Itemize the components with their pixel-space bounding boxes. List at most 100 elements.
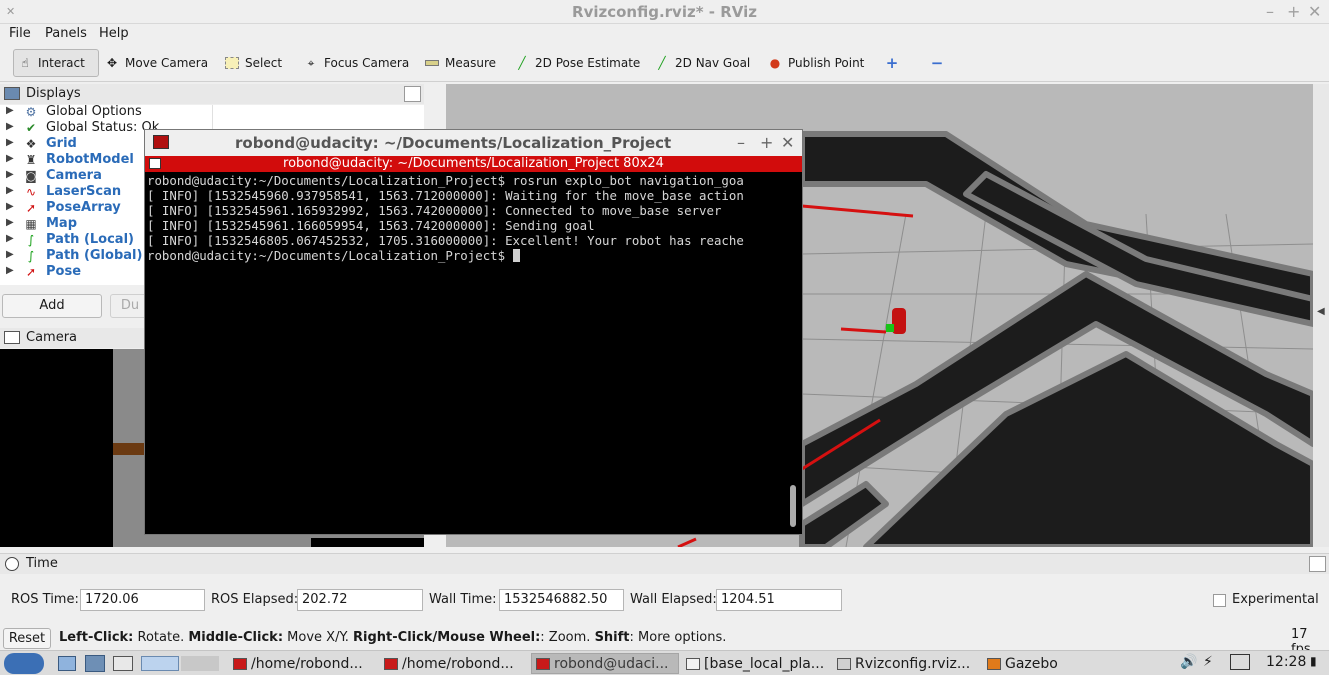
display-item[interactable]: ▶ ⚙ Global Options bbox=[0, 104, 424, 121]
minus-icon: − bbox=[930, 54, 944, 72]
expand-arrow-icon[interactable]: ▶ bbox=[6, 265, 14, 276]
terminal-scrollbar[interactable] bbox=[790, 485, 796, 527]
terminal-output[interactable]: robond@udacity:~/Documents/Localization_… bbox=[147, 173, 787, 533]
status-key: Left-Click: bbox=[59, 630, 134, 645]
wall-elapsed-label: Wall Elapsed: bbox=[630, 592, 717, 607]
clock-icon bbox=[5, 557, 19, 571]
window-title: Rvizconfig.rviz* - RViz bbox=[572, 3, 757, 21]
measure-button[interactable]: Measure bbox=[421, 49, 500, 77]
taskbar: /home/robond... /home/robond... robond@u… bbox=[0, 650, 1329, 675]
task-label: robond@udaci... bbox=[554, 655, 669, 672]
settings-launcher-icon[interactable] bbox=[85, 655, 105, 672]
ros-time-field[interactable]: 1720.06 bbox=[80, 589, 205, 611]
task-editor[interactable]: [base_local_pla... bbox=[682, 653, 830, 674]
wall-time-field[interactable]: 1532546882.50 bbox=[499, 589, 624, 611]
terminal-icon bbox=[233, 657, 247, 670]
status-key: Shift bbox=[594, 630, 630, 645]
status-desc: : More options. bbox=[629, 630, 727, 645]
toolbar: ☝ Interact ✥ Move Camera Select ⌖ Focus … bbox=[0, 44, 1329, 82]
minimize-icon[interactable]: – bbox=[1266, 2, 1274, 21]
ruler-icon bbox=[425, 60, 439, 66]
expand-arrow-icon[interactable]: ▶ bbox=[6, 169, 14, 180]
reset-button[interactable]: Reset bbox=[3, 628, 51, 649]
expand-arrow-icon[interactable]: ▶ bbox=[6, 233, 14, 244]
nav-goal-label: 2D Nav Goal bbox=[675, 56, 751, 70]
terminal-line: [ INFO] [1532545960.937958541, 1563.7120… bbox=[147, 188, 744, 203]
terminal-tab-label: robond@udacity: ~/Documents/Localization… bbox=[283, 156, 664, 171]
move-camera-button[interactable]: ✥ Move Camera bbox=[101, 49, 212, 77]
add-tool-button[interactable]: + bbox=[881, 49, 903, 77]
menu-help[interactable]: Help bbox=[99, 26, 129, 41]
maximize-icon[interactable]: + bbox=[1287, 2, 1300, 21]
wall-elapsed-field[interactable]: 1204.51 bbox=[716, 589, 842, 611]
menu-panels[interactable]: Panels bbox=[45, 26, 87, 41]
close-icon[interactable]: ✕ bbox=[1308, 2, 1321, 21]
terminal-cursor bbox=[512, 249, 520, 262]
terminal-window[interactable]: robond@udacity: ~/Documents/Localization… bbox=[144, 129, 803, 535]
file-manager-icon[interactable] bbox=[58, 656, 76, 671]
experimental-checkbox[interactable] bbox=[1213, 594, 1226, 607]
nav-goal-button[interactable]: ╱ 2D Nav Goal bbox=[651, 49, 754, 77]
monitor-icon bbox=[4, 87, 20, 100]
expand-arrow-icon[interactable]: ▶ bbox=[6, 185, 14, 196]
task-terminal-1[interactable]: /home/robond... bbox=[229, 653, 377, 674]
robot-icon: ♜ bbox=[25, 153, 37, 167]
desktop-pager-2[interactable] bbox=[181, 656, 219, 671]
terminal-icon bbox=[153, 135, 169, 149]
display-item-label: RobotModel bbox=[46, 152, 134, 167]
path-icon: ∫ bbox=[27, 233, 35, 247]
expand-arrow-icon[interactable]: ▶ bbox=[6, 105, 14, 116]
task-label: Gazebo bbox=[1005, 655, 1058, 672]
expand-arrow-icon[interactable]: ▶ bbox=[6, 137, 14, 148]
start-menu-icon[interactable] bbox=[4, 653, 44, 674]
camera-panel-title: Camera bbox=[26, 330, 78, 345]
focus-camera-label: Focus Camera bbox=[324, 56, 410, 70]
collapse-arrow-icon: ◀ bbox=[1317, 306, 1325, 317]
terminal-tab[interactable]: robond@udacity: ~/Documents/Localization… bbox=[145, 156, 802, 172]
measure-label: Measure bbox=[445, 56, 496, 70]
desktop-pager-1[interactable] bbox=[141, 656, 179, 671]
menubar: File Panels Help bbox=[0, 24, 1329, 44]
clock-readout: 12:28 bbox=[1266, 654, 1307, 670]
gear-icon: ⚙ bbox=[25, 105, 37, 119]
terminal-line: [ INFO] [1532545961.165932992, 1563.7420… bbox=[147, 203, 722, 218]
laserscan-icon: ∿ bbox=[25, 185, 37, 199]
window-launcher-icon[interactable] bbox=[113, 656, 133, 671]
terminal-minimize-icon[interactable]: – bbox=[737, 133, 745, 152]
volume-icon[interactable]: 🔊 bbox=[1180, 654, 1197, 670]
add-display-button[interactable]: Add bbox=[2, 294, 102, 318]
power-icon[interactable]: ⚡ bbox=[1203, 654, 1213, 670]
panel-float-button[interactable] bbox=[404, 86, 421, 102]
time-panel-float-button[interactable] bbox=[1309, 556, 1326, 572]
menu-file[interactable]: File bbox=[9, 26, 31, 41]
expand-arrow-icon[interactable]: ▶ bbox=[6, 121, 14, 132]
select-label: Select bbox=[245, 56, 283, 70]
task-terminal-3[interactable]: robond@udaci... bbox=[531, 653, 679, 674]
task-terminal-2[interactable]: /home/robond... bbox=[380, 653, 528, 674]
select-button[interactable]: Select bbox=[221, 49, 286, 77]
right-panel-toggle[interactable]: ◀ bbox=[1313, 84, 1329, 547]
interact-label: Interact bbox=[38, 56, 85, 70]
terminal-close-icon[interactable]: ✕ bbox=[781, 133, 794, 152]
expand-arrow-icon[interactable]: ▶ bbox=[6, 249, 14, 260]
camera-dark-area bbox=[0, 349, 113, 547]
task-gazebo[interactable]: Gazebo bbox=[983, 653, 1083, 674]
terminal-icon bbox=[384, 657, 398, 670]
task-rviz[interactable]: Rvizconfig.rviz... bbox=[833, 653, 981, 674]
tray-menu-icon[interactable]: ▮ bbox=[1310, 654, 1317, 668]
window-titlebar: ✕ Rvizconfig.rviz* - RViz – + ✕ bbox=[0, 0, 1329, 24]
move-camera-label: Move Camera bbox=[125, 56, 209, 70]
expand-arrow-icon[interactable]: ▶ bbox=[6, 217, 14, 228]
interact-button[interactable]: ☝ Interact bbox=[13, 49, 99, 77]
remove-tool-button[interactable]: − bbox=[926, 49, 948, 77]
ros-time-label: ROS Time: bbox=[11, 592, 79, 607]
focus-camera-button[interactable]: ⌖ Focus Camera bbox=[300, 49, 413, 77]
network-icon[interactable] bbox=[1230, 654, 1250, 670]
rviz-icon bbox=[837, 657, 851, 670]
ros-elapsed-field[interactable]: 202.72 bbox=[297, 589, 423, 611]
terminal-maximize-icon[interactable]: + bbox=[760, 133, 773, 152]
expand-arrow-icon[interactable]: ▶ bbox=[6, 201, 14, 212]
publish-point-button[interactable]: ● Publish Point bbox=[764, 49, 868, 77]
pose-estimate-button[interactable]: ╱ 2D Pose Estimate bbox=[511, 49, 644, 77]
expand-arrow-icon[interactable]: ▶ bbox=[6, 153, 14, 164]
